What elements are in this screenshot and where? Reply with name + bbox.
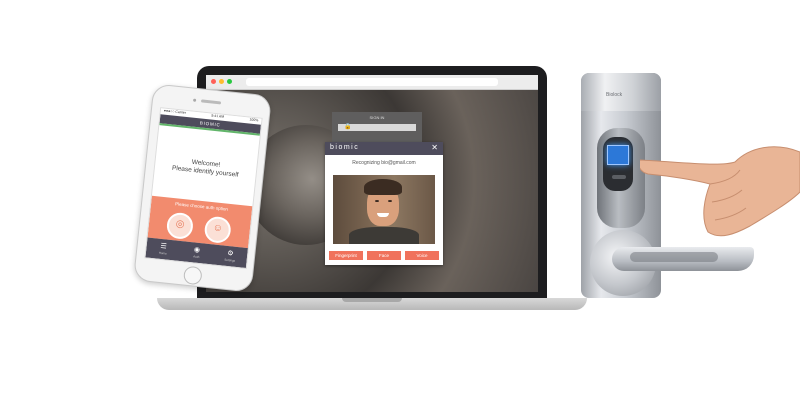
hand-shape	[640, 146, 800, 237]
browser-toolbar	[206, 75, 538, 90]
door-handle-groove	[630, 252, 718, 262]
tab-home-label: Home	[158, 250, 167, 256]
maximize-window-icon[interactable]	[227, 79, 232, 84]
phone-home-button[interactable]	[182, 265, 203, 286]
background-login-title: SIGN IN	[369, 115, 385, 120]
gear-icon: ⚙	[226, 249, 234, 258]
background-login-field: 🔒	[338, 124, 416, 131]
door-lock-brand: Biolock	[606, 92, 623, 98]
background-login-panel: SIGN IN 🔒	[332, 112, 422, 146]
tab-auth[interactable]: ◉ Auth	[179, 241, 215, 264]
face-icon: ☺	[212, 222, 224, 235]
laptop-notch	[342, 298, 402, 302]
home-icon: ☰	[159, 242, 167, 251]
person-eye	[375, 200, 379, 202]
auth-method-buttons: Fingerprint Face Voice	[329, 251, 439, 260]
fingerprint-button[interactable]: Fingerprint	[329, 251, 363, 260]
choose-auth-text: Please choose auth option	[174, 201, 229, 212]
face-option[interactable]: ☺	[203, 215, 232, 245]
fingerprint-option[interactable]: ◎	[165, 211, 195, 241]
phone-camera	[192, 98, 197, 102]
person-shirt	[349, 227, 419, 244]
hand-illustration	[640, 146, 800, 237]
modal-header: biomic ✕	[325, 142, 443, 155]
phone-screen: ●●●○○ Carrier 9:41 AM 100% BIOMIC Welcom…	[144, 107, 263, 270]
address-bar[interactable]	[246, 78, 498, 86]
face-button[interactable]: Face	[367, 251, 401, 260]
lock-icon: 🔒	[344, 124, 352, 130]
voice-button[interactable]: Voice	[405, 251, 439, 260]
tab-settings[interactable]: ⚙ Settings	[212, 245, 248, 268]
close-window-icon[interactable]	[211, 79, 216, 84]
person-hair	[364, 179, 402, 195]
close-icon[interactable]: ✕	[431, 143, 438, 153]
face-camera-preview	[333, 175, 435, 244]
battery-level: 100%	[249, 117, 259, 123]
person-eye	[388, 200, 392, 202]
welcome-message: Welcome! Please identify yourself	[155, 155, 257, 181]
keyhole-icon	[612, 175, 626, 179]
modal-brand: biomic	[330, 144, 360, 151]
phone: ●●●○○ Carrier 9:41 AM 100% BIOMIC Welcom…	[132, 83, 273, 293]
phone-speaker	[200, 99, 222, 105]
tab-auth-label: Auth	[193, 254, 200, 260]
tab-home[interactable]: ☰ Home	[145, 238, 181, 261]
recognizing-status: Recognizing bio@gmail.com	[352, 160, 416, 166]
fingerprint-sensor[interactable]	[607, 145, 629, 165]
tab-settings-label: Settings	[224, 257, 236, 263]
window-controls[interactable]	[211, 79, 232, 84]
auth-icon: ◉	[193, 246, 201, 255]
minimize-window-icon[interactable]	[219, 79, 224, 84]
fingerprint-icon: ◎	[175, 218, 185, 231]
auth-modal: biomic ✕ Recognizing bio@gmail.com Finge…	[325, 142, 443, 265]
